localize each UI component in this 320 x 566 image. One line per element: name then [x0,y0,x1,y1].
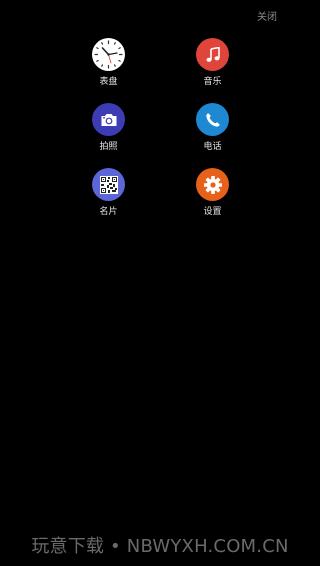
app-label: 拍照 [99,142,118,152]
app-watchface[interactable]: 表盘 [92,38,125,88]
app-camera[interactable]: 拍照 [92,103,125,153]
qr-code-icon [92,168,125,201]
music-note-icon [196,38,229,71]
app-music[interactable]: 音乐 [196,38,229,88]
app-label: 电话 [203,142,222,152]
app-settings[interactable]: 设置 [196,168,229,218]
gear-icon [196,168,229,201]
app-label: 表盘 [99,77,118,87]
app-label: 设置 [203,207,222,217]
phone-icon [196,103,229,136]
app-grid: 表盘 音乐 拍照 电话 名片 设置 [0,38,320,218]
app-phone[interactable]: 电话 [196,103,229,153]
watermark-text: 玩意下载 • NBWYXH.COM.CN [31,536,289,557]
clock-icon [92,38,125,71]
app-business-card[interactable]: 名片 [92,168,125,218]
app-label: 音乐 [203,77,222,87]
app-label: 名片 [99,207,118,217]
camera-icon [92,103,125,136]
close-button[interactable]: 关闭 [252,10,282,26]
